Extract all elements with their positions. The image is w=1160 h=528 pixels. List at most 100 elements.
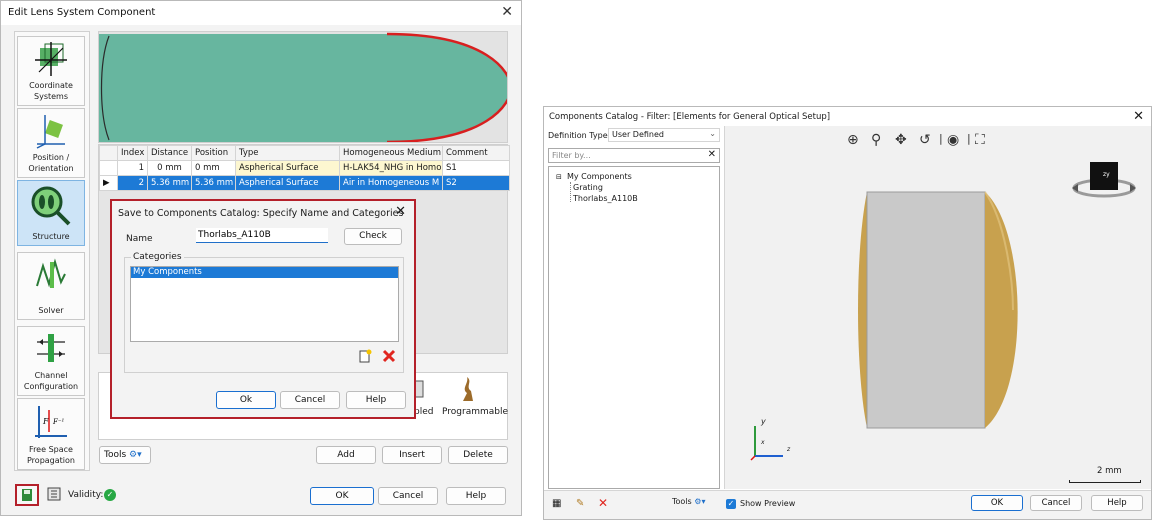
cell-comment[interactable]: S2 <box>442 175 510 191</box>
structure-icon <box>31 186 71 226</box>
column-header[interactable]: Homogeneous Medium <box>339 145 443 161</box>
cell-type[interactable]: Aspherical Surface <box>235 160 340 176</box>
column-header[interactable]: Distance <box>147 145 192 161</box>
dialog-ok-button[interactable]: Ok <box>216 391 276 409</box>
side-button-structure[interactable]: Structure <box>17 180 85 246</box>
cell-position[interactable]: 5.36 mm <box>191 175 236 191</box>
filter-field[interactable]: Filter by... ✕ <box>548 148 720 163</box>
column-header[interactable]: Type <box>235 145 340 161</box>
components-catalog-window: Components Catalog - Filter: [Elements f… <box>543 106 1152 520</box>
zoom-icon[interactable]: ⚲ <box>871 132 881 148</box>
title-bar: Edit Lens System Component ✕ <box>1 1 521 25</box>
side-button-position-orientation[interactable]: Position / Orientation <box>17 108 85 178</box>
cell-index[interactable]: 1 <box>117 160 148 176</box>
delete-button[interactable]: Delete <box>448 446 508 464</box>
side-button-channel-configuration[interactable]: Channel Configuration <box>17 326 85 396</box>
side-button-label: Structure <box>32 232 70 241</box>
svg-text:F: F <box>42 417 49 426</box>
side-button-free-space-propagation[interactable]: F F⁻¹ Free Space Propagation <box>17 398 85 470</box>
delete-red-icon[interactable]: ✕ <box>598 496 608 510</box>
view-cube-label: zy <box>1103 171 1110 178</box>
column-header[interactable]: Index <box>117 145 148 161</box>
catalog-title: Components Catalog - Filter: [Elements f… <box>549 112 831 122</box>
close-icon[interactable]: ✕ <box>501 4 513 20</box>
add-button[interactable]: Add <box>316 446 376 464</box>
cancel-button[interactable]: Cancel <box>378 487 438 505</box>
categories-list[interactable]: My Components <box>130 266 399 342</box>
fullscreen-icon[interactable]: ⛶ <box>975 132 985 148</box>
tools-icon: ⚙▾ <box>694 497 706 506</box>
category-item-selected[interactable]: My Components <box>131 267 398 278</box>
table-row[interactable]: ▶ 2 5.36 mm 5.36 mm Aspherical Surface A… <box>99 175 510 191</box>
dialog-close-icon[interactable]: ✕ <box>395 204 406 219</box>
view-toolbar: ⊕ ⚲ ✥ ↺ | ◉ | ⛶ <box>847 132 1027 150</box>
cell-distance[interactable]: 5.36 mm <box>147 175 192 191</box>
check-button[interactable]: Check <box>344 228 402 245</box>
lens-shape <box>99 32 507 142</box>
tree-item-grating[interactable]: Grating <box>573 183 603 192</box>
save-to-catalog-button[interactable] <box>15 484 39 506</box>
tree-item-thorlabs[interactable]: Thorlabs_A110B <box>573 194 638 203</box>
side-button-solver[interactable]: Solver <box>17 252 85 320</box>
side-button-coordinate-systems[interactable]: Coordinate Systems <box>17 36 85 106</box>
catalog-browse-button[interactable] <box>46 486 62 502</box>
axis-x-label: x <box>761 439 765 446</box>
delete-icon <box>382 349 396 363</box>
cell-type[interactable]: Aspherical Surface <box>235 175 340 191</box>
ok-button[interactable]: OK <box>310 487 374 505</box>
dialog-title: Save to Components Catalog: Specify Name… <box>118 208 404 219</box>
window-title: Edit Lens System Component <box>8 7 156 18</box>
catalog-icon <box>47 487 61 501</box>
tools-button[interactable]: Tools ⚙▾ <box>99 446 151 464</box>
catalog-ok-button[interactable]: OK <box>971 495 1023 511</box>
cell-comment[interactable]: S1 <box>442 160 510 176</box>
table-row[interactable]: 1 0 mm 0 mm Aspherical Surface H-LAK54_N… <box>99 160 510 176</box>
coordinate-systems-icon <box>35 42 67 76</box>
clear-filter-icon[interactable]: ✕ <box>708 149 716 160</box>
axis-triad <box>750 426 783 461</box>
view-cube[interactable] <box>1069 154 1139 208</box>
tree-expand-icon[interactable]: ⊟ <box>556 173 562 181</box>
component-tree: ⊟ My Components Grating Thorlabs_A110B <box>548 166 720 489</box>
dialog-help-button[interactable]: Help <box>346 391 406 409</box>
scale-bar <box>1069 480 1141 483</box>
cell-position[interactable]: 0 mm <box>191 160 236 176</box>
new-category-button[interactable] <box>357 348 373 364</box>
show-preview-label: Show Preview <box>740 499 796 508</box>
preview-3d-view[interactable]: ⊕ ⚲ ✥ ↺ | ◉ | ⛶ zy y z x 2 mm <box>724 126 1151 489</box>
categories-label: Categories <box>131 252 184 262</box>
catalog-view-icon[interactable]: ▦ <box>552 498 561 509</box>
column-header[interactable]: Comment <box>442 145 510 161</box>
catalog-close-icon[interactable]: ✕ <box>1133 109 1144 124</box>
side-button-label: Coordinate Systems <box>29 81 73 101</box>
cell-medium[interactable]: H-LAK54_NHG in Homo <box>339 160 443 176</box>
svg-text:F⁻¹: F⁻¹ <box>52 418 65 426</box>
delete-category-button[interactable] <box>381 348 397 364</box>
catalog-tools-button[interactable]: Tools ⚙▾ <box>672 497 720 511</box>
option-label[interactable]: pled <box>414 407 433 417</box>
dialog-cancel-button[interactable]: Cancel <box>280 391 340 409</box>
cell-distance[interactable]: 0 mm <box>147 160 192 176</box>
help-button[interactable]: Help <box>446 487 506 505</box>
side-button-label: Free Space Propagation <box>27 445 75 465</box>
zoom-region-icon[interactable]: ⊕ <box>847 132 859 148</box>
show-preview-checkbox[interactable]: ✓ <box>726 499 736 509</box>
column-header[interactable]: Position <box>191 145 236 161</box>
edit-pencil-icon[interactable]: ✎ <box>576 498 584 509</box>
view-target-icon[interactable]: ◉ <box>947 132 959 148</box>
rotate-icon[interactable]: ↺ <box>919 132 931 148</box>
lens-preview <box>98 31 508 143</box>
insert-button[interactable]: Insert <box>382 446 442 464</box>
tree-root-item[interactable]: My Components <box>567 172 632 181</box>
pan-icon[interactable]: ✥ <box>895 132 907 148</box>
free-space-propagation-icon: F F⁻¹ <box>35 406 67 438</box>
definition-type-select[interactable]: User Defined ⌄ <box>608 128 720 142</box>
floppy-disk-icon <box>22 489 32 501</box>
catalog-help-button[interactable]: Help <box>1091 495 1143 511</box>
name-field[interactable] <box>196 228 328 243</box>
cell-index[interactable]: 2 <box>117 175 148 191</box>
catalog-cancel-button[interactable]: Cancel <box>1030 495 1082 511</box>
cell-medium[interactable]: Air in Homogeneous M <box>339 175 443 191</box>
tools-icon: ⚙▾ <box>129 450 142 460</box>
option-label[interactable]: Programmable <box>442 407 508 417</box>
